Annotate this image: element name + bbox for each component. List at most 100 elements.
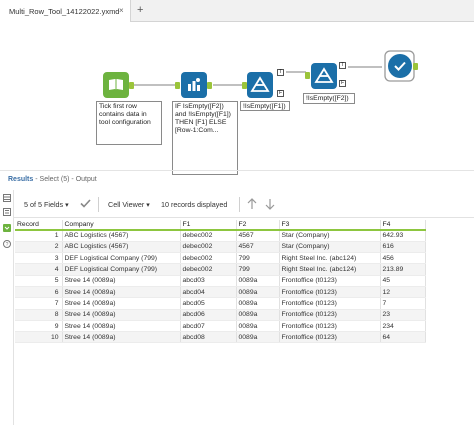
cell-record[interactable]: 2 <box>15 241 63 254</box>
output-anchor[interactable] <box>413 63 418 70</box>
column-header-company[interactable]: Company <box>62 220 181 231</box>
cell-f2[interactable]: 799 <box>236 263 280 276</box>
workflow-canvas[interactable]: Tick first row contains data in tool con… <box>0 23 474 175</box>
cell-f3[interactable]: Frontoffice (t0123) <box>279 275 381 287</box>
cell-f3[interactable]: Frontoffice (t0123) <box>279 286 381 299</box>
help-icon[interactable]: ? <box>3 240 11 248</box>
cell-record[interactable]: 9 <box>15 320 63 333</box>
cell-record[interactable]: 8 <box>15 309 63 321</box>
output-anchor[interactable] <box>207 82 212 89</box>
table-row[interactable]: 2 ABC Logistics (4567) debec002 4567 Star (C… <box>15 241 426 254</box>
cell-record[interactable]: 5 <box>15 275 63 287</box>
cell-record[interactable]: 3 <box>15 252 63 265</box>
up-arrow-icon[interactable] <box>247 198 257 210</box>
output-anchor[interactable] <box>129 82 134 89</box>
cell-viewer-dropdown[interactable]: Cell Viewer ▾ <box>108 200 150 209</box>
cell-f1[interactable]: abcd05 <box>180 297 237 310</box>
cell-record[interactable]: 10 <box>15 331 63 344</box>
cell-f2[interactable]: 0089a <box>236 275 280 287</box>
column-header-record[interactable]: Record <box>15 220 63 231</box>
cell-f3[interactable]: Frontoffice (t0123) <box>279 297 381 310</box>
cell-f4[interactable]: 23 <box>380 309 426 321</box>
cell-f4[interactable]: 213.89 <box>380 263 426 276</box>
cell-company[interactable]: ABC Logistics (4567) <box>62 241 181 254</box>
true-anchor[interactable]: T <box>277 69 284 76</box>
cell-f4[interactable]: 12 <box>380 286 426 299</box>
cell-f1[interactable]: abcd06 <box>180 309 237 321</box>
filter-tool-1[interactable] <box>247 72 273 98</box>
table-row[interactable]: 7 Stree 14 (0089a) abcd05 0089a Frontoffice … <box>15 297 426 310</box>
cell-f1[interactable]: abcd04 <box>180 286 237 299</box>
cell-f1[interactable]: debec002 <box>180 230 237 242</box>
table-row[interactable]: 10 Stree 14 (0089a) abcd08 0089a Frontoffice… <box>15 331 426 344</box>
table-row[interactable]: 4 DEF Logistical Company (799) debec002 799… <box>15 263 426 276</box>
browse-tool[interactable] <box>388 54 412 78</box>
cell-company[interactable]: ABC Logistics (4567) <box>62 230 181 242</box>
cell-f2[interactable]: 0089a <box>236 309 280 321</box>
cell-f1[interactable]: debec002 <box>180 241 237 254</box>
cell-f1[interactable]: debec002 <box>180 252 237 265</box>
table-row[interactable]: 1 ABC Logistics (4567) debec002 4567 Star (C… <box>15 230 426 242</box>
column-header-f4[interactable]: F4 <box>380 220 426 231</box>
column-header-f3[interactable]: F3 <box>279 220 381 231</box>
cell-record[interactable]: 4 <box>15 263 63 276</box>
cell-company[interactable]: Stree 14 (0089a) <box>62 297 181 310</box>
cell-f4[interactable]: 7 <box>380 297 426 310</box>
cell-f4[interactable]: 456 <box>380 252 426 265</box>
close-icon[interactable]: × <box>119 6 124 15</box>
false-anchor[interactable]: F <box>277 90 284 97</box>
column-header-f1[interactable]: F1 <box>180 220 237 231</box>
table-row[interactable]: 6 Stree 14 (0089a) abcd04 0089a Frontoffice … <box>15 286 426 299</box>
checkmark-icon[interactable] <box>80 199 91 208</box>
false-anchor[interactable]: F <box>339 80 346 87</box>
cell-f1[interactable]: abcd07 <box>180 320 237 333</box>
cell-company[interactable]: DEF Logistical Company (799) <box>62 263 181 276</box>
tab-workflow[interactable]: Multi_Row_Tool_14122022.yxmd × <box>0 0 131 22</box>
cell-f4[interactable]: 616 <box>380 241 426 254</box>
down-arrow-icon[interactable] <box>265 198 275 210</box>
cell-f3[interactable]: Frontoffice (t0123) <box>279 320 381 333</box>
pane-splitter[interactable] <box>0 170 474 171</box>
cell-f3[interactable]: Right Steel Inc. (abc124) <box>279 252 381 265</box>
cell-f2[interactable]: 799 <box>236 252 280 265</box>
cell-f4[interactable]: 234 <box>380 320 426 333</box>
table-row[interactable]: 3 DEF Logistical Company (799) debec002 799… <box>15 252 426 265</box>
cell-company[interactable]: Stree 14 (0089a) <box>62 275 181 287</box>
cell-company[interactable]: Stree 14 (0089a) <box>62 309 181 321</box>
cell-f2[interactable]: 0089a <box>236 331 280 344</box>
input-data-tool[interactable] <box>103 72 129 98</box>
cell-company[interactable]: Stree 14 (0089a) <box>62 286 181 299</box>
fields-dropdown[interactable]: 5 of 5 Fields ▾ <box>24 200 69 209</box>
cell-f2[interactable]: 0089a <box>236 297 280 310</box>
cell-company[interactable]: Stree 14 (0089a) <box>62 320 181 333</box>
multi-row-formula-tool[interactable] <box>181 72 207 98</box>
filter-tool-2[interactable] <box>311 63 337 89</box>
metadata-icon[interactable] <box>3 208 11 216</box>
cell-f3[interactable]: Right Steel Inc. (abc124) <box>279 263 381 276</box>
input-anchor[interactable] <box>175 82 180 89</box>
cell-company[interactable]: Stree 14 (0089a) <box>62 331 181 344</box>
cell-f1[interactable]: abcd03 <box>180 275 237 287</box>
column-header-f2[interactable]: F2 <box>236 220 280 231</box>
cell-f3[interactable]: Frontoffice (t0123) <box>279 309 381 321</box>
cell-f2[interactable]: 4567 <box>236 230 280 242</box>
cell-record[interactable]: 7 <box>15 297 63 310</box>
input-anchor[interactable] <box>305 72 310 79</box>
table-row[interactable]: 9 Stree 14 (0089a) abcd07 0089a Frontoffice … <box>15 320 426 333</box>
table-row[interactable]: 5 Stree 14 (0089a) abcd03 0089a Frontoffice … <box>15 275 426 287</box>
add-tab-icon[interactable]: + <box>137 4 143 16</box>
cell-f4[interactable]: 45 <box>380 275 426 287</box>
cell-record[interactable]: 6 <box>15 286 63 299</box>
messages-icon[interactable] <box>3 224 11 232</box>
cell-record[interactable]: 1 <box>15 230 63 242</box>
cell-company[interactable]: DEF Logistical Company (799) <box>62 252 181 265</box>
cell-f4[interactable]: 64 <box>380 331 426 344</box>
true-anchor[interactable]: T <box>339 62 346 69</box>
cell-f3[interactable]: Star (Company) <box>279 230 381 242</box>
cell-f3[interactable]: Frontoffice (t0123) <box>279 331 381 344</box>
cell-f1[interactable]: abcd08 <box>180 331 237 344</box>
cell-f4[interactable]: 642.93 <box>380 230 426 242</box>
input-anchor[interactable] <box>242 82 247 89</box>
table-row[interactable]: 8 Stree 14 (0089a) abcd06 0089a Frontoffice … <box>15 309 426 321</box>
table-view-icon[interactable] <box>3 194 11 202</box>
